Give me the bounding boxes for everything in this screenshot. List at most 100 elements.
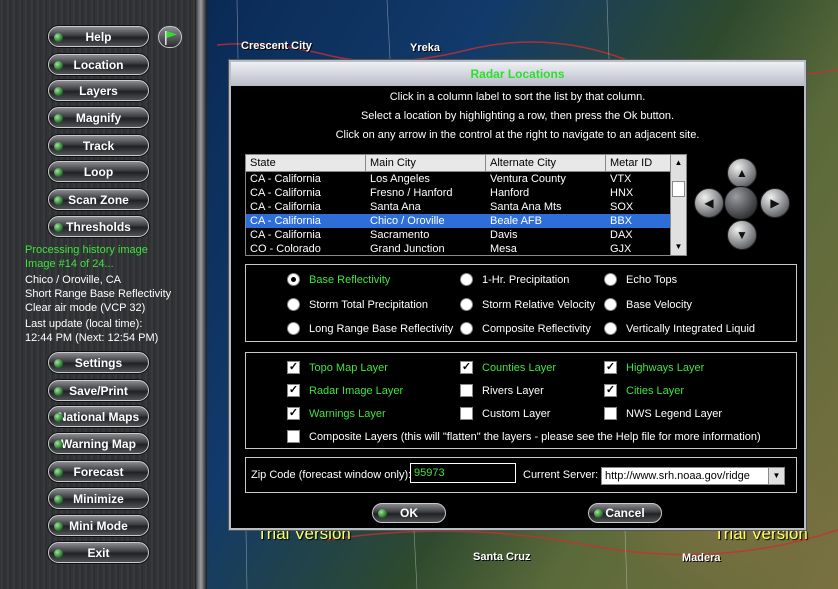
- status-product: Short Range Base Reflectivity: [25, 288, 172, 300]
- option-label: NWS Legend Layer: [626, 407, 722, 420]
- checkmark-icon: ✓: [287, 384, 300, 397]
- instruction-select: Select a location by highlighting a row,…: [360, 110, 675, 122]
- checkbox-cities-layer[interactable]: ✓ Cities Layer: [604, 384, 684, 397]
- flag-button[interactable]: [158, 26, 182, 48]
- navigate-east-button[interactable]: ▶: [760, 188, 790, 218]
- checkmark-icon: ✓: [604, 361, 617, 374]
- radio-base-reflectivity[interactable]: Base Reflectivity: [287, 273, 390, 286]
- table-row[interactable]: CA - California Fresno / Hanford Hanford HN…: [246, 186, 686, 200]
- location-button[interactable]: Location: [48, 54, 149, 75]
- cancel-button[interactable]: Cancel: [588, 503, 662, 523]
- help-button[interactable]: Help: [48, 26, 149, 47]
- checkbox-warnings-layer[interactable]: ✓ Warnings Layer: [287, 407, 386, 420]
- checkbox-highways-layer[interactable]: ✓ Highways Layer: [604, 361, 704, 374]
- option-label: Topo Map Layer: [309, 361, 388, 374]
- zip-code-input[interactable]: 95973: [410, 463, 516, 483]
- radio-storm-relative-velocity[interactable]: Storm Relative Velocity: [460, 298, 595, 311]
- checkbox-composite-layers[interactable]: Composite Layers (this will "flatten" th…: [287, 430, 761, 443]
- cell-state: CA - California: [250, 173, 321, 185]
- radio-echo-tops[interactable]: Echo Tops: [604, 273, 677, 286]
- option-label: Radar Image Layer: [309, 384, 404, 397]
- scroll-down-arrow-icon[interactable]: ▼: [671, 239, 686, 255]
- led-icon: [54, 142, 63, 151]
- table-row[interactable]: CA - California Sacramento Davis DAX: [246, 228, 686, 242]
- scroll-up-arrow-icon[interactable]: ▲: [671, 155, 686, 171]
- checkbox-empty-icon: [287, 430, 300, 443]
- settings-button[interactable]: Settings: [48, 352, 149, 373]
- current-server-label: Current Server:: [523, 469, 599, 481]
- checkbox-counties-layer[interactable]: ✓ Counties Layer: [460, 361, 556, 374]
- table-row[interactable]: CO - Colorado Grand Junction Mesa GJX: [246, 242, 686, 255]
- radio-1hr-precipitation[interactable]: 1-Hr. Precipitation: [460, 273, 569, 286]
- zip-code-label: Zip Code (forecast window only):: [251, 469, 412, 481]
- option-label: Rivers Layer: [482, 384, 544, 397]
- forecast-button[interactable]: Forecast: [48, 461, 149, 482]
- option-label: Vertically Integrated Liquid: [626, 322, 756, 335]
- led-icon: [54, 114, 63, 123]
- radio-icon: [604, 273, 617, 286]
- table-scrollbar[interactable]: ▲ ▼: [670, 155, 686, 255]
- column-header-state[interactable]: State: [246, 155, 366, 172]
- option-label: Counties Layer: [482, 361, 556, 374]
- option-label: Storm Total Precipitation: [309, 298, 429, 311]
- checkbox-radar-image-layer[interactable]: ✓ Radar Image Layer: [287, 384, 403, 397]
- loop-button[interactable]: Loop: [48, 161, 149, 182]
- instruction-navigate: Click on any arrow in the control at the…: [335, 129, 700, 141]
- minimize-button[interactable]: Minimize: [48, 488, 149, 509]
- status-image-count: Image #14 of 24...: [25, 258, 114, 270]
- radio-icon: [287, 322, 300, 335]
- warning-map-button[interactable]: Warning Map: [48, 433, 149, 454]
- radio-long-range-base-reflectivity[interactable]: Long Range Base Reflectivity: [287, 322, 453, 335]
- track-button[interactable]: Track: [48, 135, 149, 156]
- checkbox-nws-legend-layer[interactable]: NWS Legend Layer: [604, 407, 722, 420]
- radio-storm-total-precipitation[interactable]: Storm Total Precipitation: [287, 298, 428, 311]
- table-row[interactable]: CA - California Santa Ana Santa Ana Mts SOX: [246, 200, 686, 214]
- column-header-main-city[interactable]: Main City: [366, 155, 486, 172]
- chevron-down-icon[interactable]: ▼: [768, 468, 784, 484]
- option-label: Custom Layer: [482, 407, 551, 420]
- save-print-button[interactable]: Save/Print: [48, 380, 149, 401]
- thresholds-button[interactable]: Thresholds: [48, 216, 149, 237]
- cell-alternate-city: Santa Ana Mts: [490, 201, 562, 213]
- checkmark-icon: ✓: [287, 407, 300, 420]
- exit-button[interactable]: Exit: [48, 542, 149, 563]
- checkbox-rivers-layer[interactable]: Rivers Layer: [460, 384, 544, 397]
- arrow-down-icon: ▼: [736, 228, 748, 242]
- table-row[interactable]: CA - California Los Angeles Ventura County…: [246, 172, 686, 186]
- magnify-button[interactable]: Magnify: [48, 107, 149, 128]
- layers-button[interactable]: Layers: [48, 80, 149, 101]
- navigate-west-button[interactable]: ◀: [694, 188, 724, 218]
- cell-main-city: Fresno / Hanford: [370, 187, 453, 199]
- cell-state: CA - California: [250, 201, 321, 213]
- checkbox-empty-icon: [460, 384, 473, 397]
- navigate-south-button[interactable]: ▼: [727, 220, 757, 250]
- map-label-crescent-city: Crescent City: [241, 40, 312, 52]
- column-header-metar-id[interactable]: Metar ID: [606, 155, 672, 172]
- led-icon: [54, 61, 63, 70]
- scan-zone-button[interactable]: Scan Zone: [48, 189, 149, 210]
- radio-composite-reflectivity[interactable]: Composite Reflectivity: [460, 322, 591, 335]
- status-mode: Clear air mode (VCP 32): [25, 302, 146, 314]
- checkbox-topo-map-layer[interactable]: ✓ Topo Map Layer: [287, 361, 388, 374]
- cell-metar-id: VTX: [610, 173, 632, 185]
- arrow-up-icon: ▲: [736, 166, 748, 180]
- option-label: Highways Layer: [626, 361, 705, 374]
- current-server-select[interactable]: http://www.srh.noaa.gov/ridge ▼: [601, 467, 785, 485]
- status-last-update-label: Last update (local time):: [25, 318, 143, 330]
- cell-main-city: Santa Ana: [370, 201, 421, 213]
- radar-location-table[interactable]: State Main City Alternate City Metar ID …: [245, 154, 687, 256]
- led-icon: [54, 413, 63, 422]
- navigate-north-button[interactable]: ▲: [727, 158, 757, 188]
- national-maps-button[interactable]: National Maps: [48, 406, 149, 427]
- radio-base-velocity[interactable]: Base Velocity: [604, 298, 692, 311]
- ok-button[interactable]: OK: [372, 503, 446, 523]
- scroll-thumb[interactable]: [672, 181, 685, 197]
- map-label-madera: Madera: [682, 552, 721, 564]
- column-header-alternate-city[interactable]: Alternate City: [486, 155, 606, 172]
- led-icon: [54, 440, 63, 449]
- radio-vertically-integrated-liquid[interactable]: Vertically Integrated Liquid: [604, 322, 755, 335]
- led-icon: [54, 168, 63, 177]
- table-row-selected[interactable]: CA - California Chico / Oroville Beale AFB…: [246, 214, 686, 228]
- mini-mode-button[interactable]: Mini Mode: [48, 515, 149, 536]
- checkbox-custom-layer[interactable]: Custom Layer: [460, 407, 550, 420]
